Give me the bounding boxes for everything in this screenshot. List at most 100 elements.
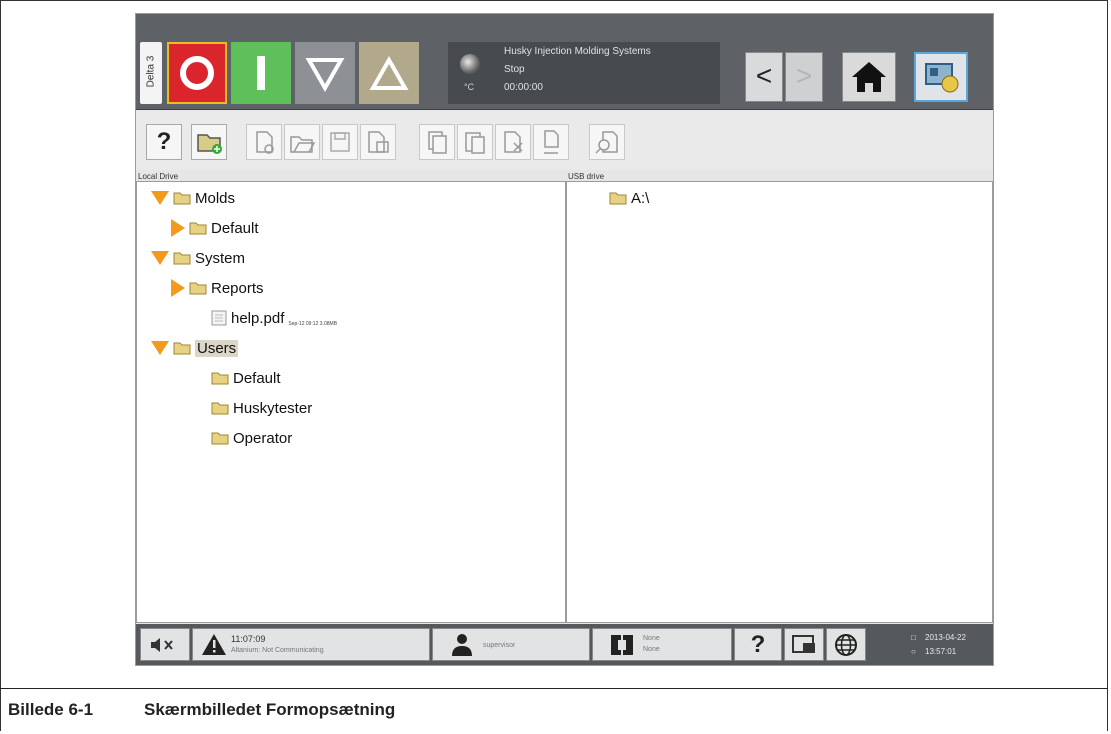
- delete-button[interactable]: [495, 124, 531, 160]
- mold-icon: [611, 635, 633, 655]
- screen-capture-button[interactable]: [784, 628, 824, 661]
- machine-name: Husky Injection Molding Systems: [504, 46, 651, 57]
- folder-icon: [609, 192, 627, 205]
- stop-icon: [180, 56, 214, 90]
- paste-button[interactable]: [457, 124, 493, 160]
- search-button[interactable]: [589, 124, 625, 160]
- stop-button[interactable]: [167, 42, 227, 104]
- cycle-timer: 00:00:00: [504, 82, 543, 93]
- collapsed-arrow-icon[interactable]: [171, 279, 185, 297]
- new-file-button[interactable]: [246, 124, 282, 160]
- mute-button[interactable]: [140, 628, 190, 661]
- warning-icon: [202, 634, 226, 655]
- tree-node-label: Huskytester: [233, 399, 313, 417]
- new-folder-button[interactable]: [191, 124, 227, 160]
- tree-node-label: Molds: [195, 189, 236, 207]
- save-icon: [330, 132, 350, 152]
- tree-node-label: help.pdf: [231, 309, 285, 327]
- figure-caption: Billede 6-1 Skærmbilledet Formopsætning: [8, 700, 395, 720]
- right-pane-header: USB drive: [568, 172, 605, 181]
- alarm-time: 11:07:09: [231, 634, 266, 644]
- globe-icon: [835, 634, 857, 656]
- alarm-message: Altanium: Not Communicating: [231, 647, 324, 654]
- mold-name: None: [643, 635, 660, 642]
- user-icon: [452, 634, 472, 656]
- folder-icon: [173, 252, 191, 265]
- delta-tab[interactable]: Delta 3: [140, 42, 162, 104]
- folder-icon: [189, 222, 207, 235]
- expanded-arrow-icon[interactable]: [151, 191, 169, 205]
- file-toolbar: ?: [136, 110, 993, 170]
- tree-node-label: Users: [195, 339, 239, 357]
- tree-node-label: Default: [233, 369, 281, 387]
- local-drive-tree[interactable]: Molds Default System Reports help.pdf Se…: [136, 181, 566, 623]
- lower-button[interactable]: [295, 42, 355, 104]
- search-file-icon: [595, 131, 618, 154]
- time-display: 13:57:01: [925, 647, 957, 656]
- left-pane-header: Local Drive: [138, 172, 179, 181]
- help-button-bottom[interactable]: ?: [734, 628, 782, 661]
- tree-node-help-pdf[interactable]: help.pdf Sep-12 09:12 3.08MB: [211, 307, 337, 329]
- expanded-arrow-icon[interactable]: [151, 341, 169, 355]
- tree-node-label: Operator: [233, 429, 293, 447]
- save-as-button[interactable]: [360, 124, 396, 160]
- paste-icon: [465, 132, 485, 154]
- machine-state: Stop: [504, 64, 525, 75]
- folder-icon: [211, 372, 229, 385]
- raise-button[interactable]: [359, 42, 419, 104]
- tree-node-users[interactable]: Users: [151, 337, 239, 359]
- tree-node-operator[interactable]: Operator: [211, 427, 292, 449]
- delete-file-icon: [504, 131, 523, 153]
- tree-node-label: A:\: [631, 189, 650, 207]
- figure-number: Billede 6-1: [8, 700, 94, 719]
- folder-icon: [189, 282, 207, 295]
- mold-detail: None: [643, 646, 660, 653]
- copy-button[interactable]: [419, 124, 455, 160]
- forward-button[interactable]: >: [785, 52, 823, 102]
- hmi-screen: Delta 3 °C Husky Injection Molding Syste…: [136, 14, 993, 665]
- tree-node-reports[interactable]: Reports: [171, 277, 264, 299]
- screens-button[interactable]: [914, 52, 968, 102]
- screens-icon: [925, 63, 959, 93]
- tree-node-huskytester[interactable]: Huskytester: [211, 397, 312, 419]
- tree-node-users-default[interactable]: Default: [211, 367, 281, 389]
- tree-node-label: Reports: [211, 279, 264, 297]
- user-panel[interactable]: supervisor: [432, 628, 590, 661]
- home-icon: [852, 62, 886, 92]
- save-as-icon: [368, 131, 389, 153]
- expanded-arrow-icon[interactable]: [151, 251, 169, 265]
- tree-node-molds-default[interactable]: Default: [171, 217, 259, 239]
- file-meta: Sep-12 09:12 3.08MB: [288, 321, 338, 327]
- back-button[interactable]: <: [745, 52, 783, 102]
- help-button[interactable]: ?: [146, 124, 182, 160]
- open-folder-icon: [290, 136, 316, 153]
- speaker-mute-icon: [151, 638, 173, 652]
- clock-icon: ○: [911, 647, 916, 656]
- document-icon: [211, 310, 227, 326]
- tree-node-label: Default: [211, 219, 259, 237]
- usb-drive-tree[interactable]: A:\: [566, 181, 993, 623]
- tree-node-a-drive[interactable]: A:\: [609, 187, 649, 209]
- open-button[interactable]: [284, 124, 320, 160]
- folder-icon: [173, 342, 191, 355]
- language-button[interactable]: [826, 628, 866, 661]
- screen-capture-icon: [792, 635, 815, 653]
- machine-status-panel[interactable]: °C Husky Injection Molding Systems Stop …: [448, 42, 720, 104]
- mold-panel[interactable]: None None: [592, 628, 732, 661]
- start-button[interactable]: [231, 42, 291, 104]
- help-icon: ?: [156, 128, 172, 155]
- rename-button[interactable]: [533, 124, 569, 160]
- start-icon: [257, 56, 265, 90]
- collapsed-arrow-icon[interactable]: [171, 219, 185, 237]
- tree-node-system[interactable]: System: [151, 247, 245, 269]
- date-display: 2013-04-22: [925, 633, 966, 642]
- home-button[interactable]: [842, 52, 896, 102]
- date-time-panel: □ 2013-04-22 ○ 13:57:01: [905, 628, 989, 661]
- new-folder-icon: [197, 134, 222, 154]
- copy-icon: [428, 131, 447, 154]
- current-user: supervisor: [483, 642, 516, 649]
- save-button[interactable]: [322, 124, 358, 160]
- alarm-panel[interactable]: 11:07:09 Altanium: Not Communicating: [192, 628, 430, 661]
- triangle-down-icon: [305, 58, 345, 93]
- tree-node-molds[interactable]: Molds: [151, 187, 235, 209]
